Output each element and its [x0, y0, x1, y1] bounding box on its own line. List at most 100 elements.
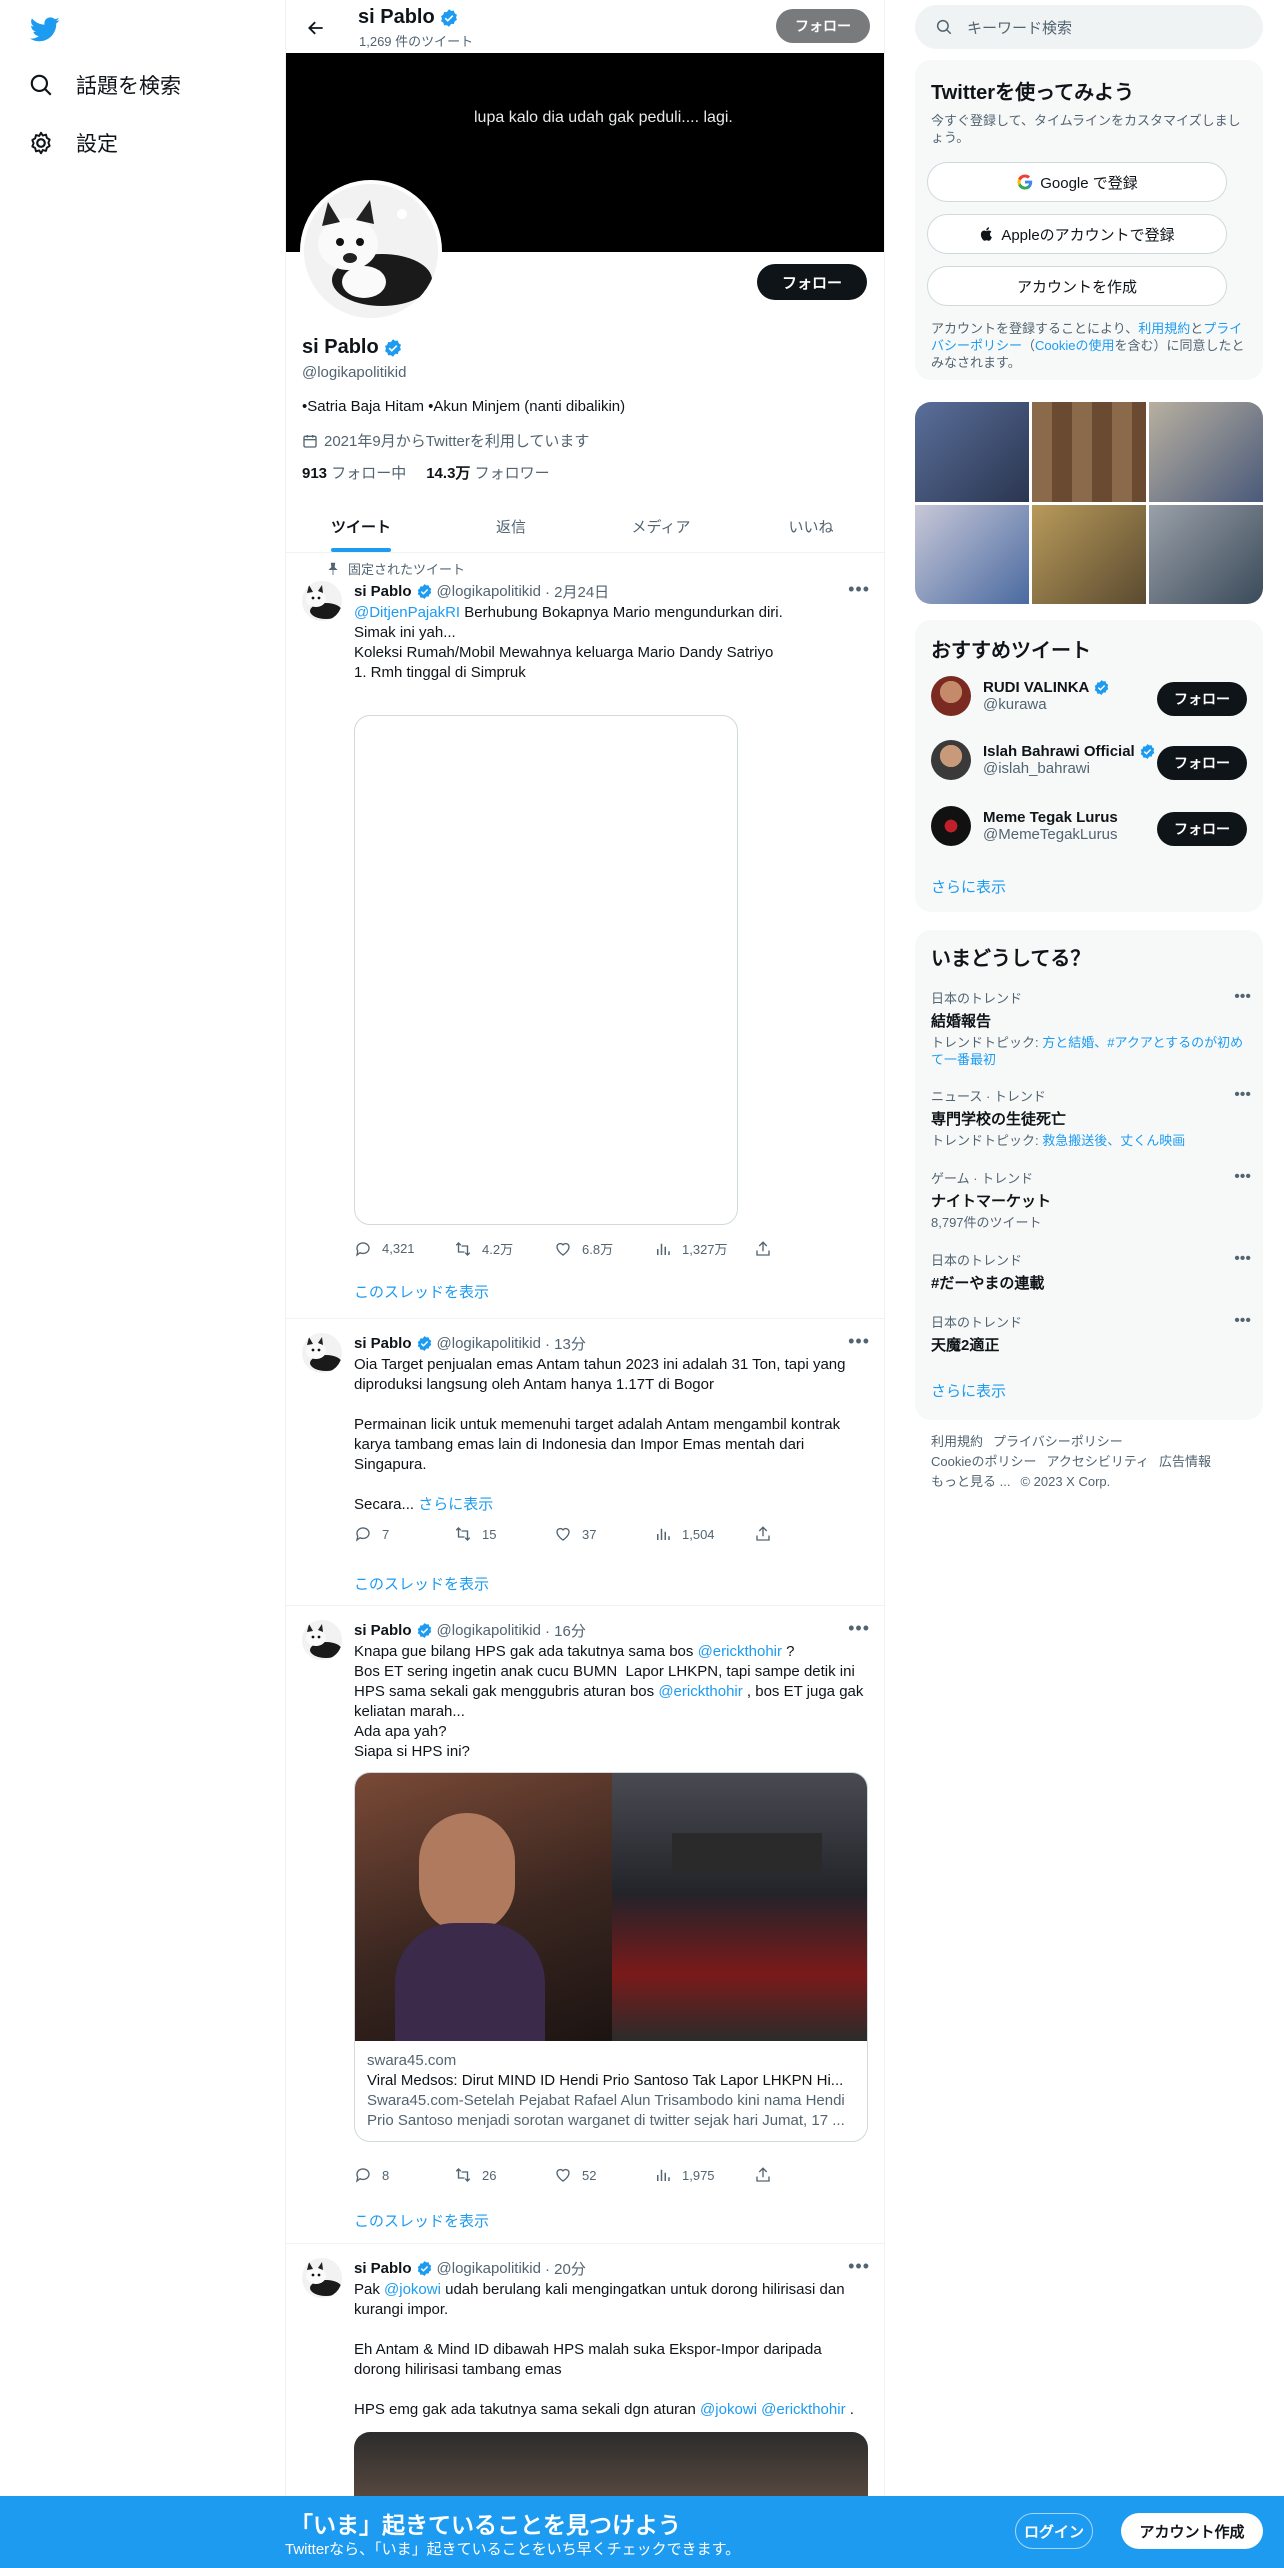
apple-signup-button[interactable]: Appleのアカウントで登録 — [927, 214, 1227, 254]
more-options-icon[interactable]: ••• — [1234, 988, 1251, 1006]
tweet-author-name[interactable]: si Pablo — [354, 2260, 412, 2277]
nav-settings[interactable]: 設定 — [28, 128, 118, 158]
reply-button[interactable]: 8 — [354, 2166, 454, 2184]
share-button[interactable] — [754, 1239, 784, 1258]
media-thumb[interactable] — [1032, 504, 1146, 604]
twitter-logo-icon[interactable] — [28, 14, 62, 44]
footer-link[interactable]: プライバシーポリシー — [993, 1434, 1123, 1449]
mention-link[interactable]: @DitjenPajakRI — [354, 604, 460, 621]
tweet-avatar[interactable] — [302, 1333, 342, 1373]
tweet-time[interactable]: · 2月24日 — [545, 581, 609, 602]
follow-button[interactable]: フォロー — [1157, 682, 1247, 716]
header-follow-button[interactable]: フォロー — [776, 9, 870, 43]
footer-link[interactable]: もっと見る ... — [931, 1474, 1010, 1489]
footer-link[interactable]: 広告情報 — [1159, 1454, 1211, 1469]
tweet[interactable]: si Pablo @logikapolitikid · 16分 ••• Knap… — [286, 1606, 884, 2244]
share-button[interactable] — [754, 1525, 784, 1543]
tweet[interactable]: 固定されたツイート si Pablo @logikapolitikid · 2月… — [286, 553, 884, 1319]
followers-link[interactable]: 14.3万 フォロワー — [426, 462, 549, 483]
create-account-button[interactable]: アカウントを作成 — [927, 266, 1227, 306]
link-card[interactable]: swara45.com Viral Medsos: Dirut MIND ID … — [354, 1772, 868, 2142]
tweet-author-handle[interactable]: @logikapolitikid — [437, 1622, 541, 1639]
tweet-media[interactable] — [354, 715, 738, 1225]
tweet-avatar[interactable] — [302, 581, 342, 621]
reply-button[interactable]: 7 — [354, 1525, 454, 1543]
footer-link[interactable]: アクセシビリティ — [1046, 1454, 1149, 1469]
tweet-author-name[interactable]: si Pablo — [354, 583, 412, 600]
reply-button[interactable]: 4,321 — [354, 1239, 454, 1258]
retweet-button[interactable]: 26 — [454, 2166, 554, 2184]
more-options-icon[interactable]: ••• — [1234, 1086, 1251, 1104]
tab-likes[interactable]: いいね — [736, 500, 884, 552]
tab-replies[interactable]: 返信 — [436, 500, 586, 552]
retweet-button[interactable]: 4.2万 — [454, 1239, 554, 1258]
tweet-time[interactable]: · 13分 — [545, 1333, 586, 1354]
tweet-author-name[interactable]: si Pablo — [354, 1335, 412, 1352]
nav-explore[interactable]: 話題を検索 — [28, 70, 181, 100]
back-button[interactable] — [298, 10, 334, 46]
more-options-icon[interactable]: ••• — [1234, 1168, 1251, 1186]
media-thumb[interactable] — [1149, 504, 1263, 604]
trend-topics-link[interactable]: 救急搬送後、丈くん映画 — [1042, 1133, 1185, 1148]
who-to-follow-show-more[interactable]: さらに表示 — [931, 876, 1006, 897]
avatar[interactable] — [931, 806, 971, 846]
show-thread-link[interactable]: このスレッドを表示 — [354, 2210, 489, 2231]
avatar[interactable] — [931, 740, 971, 780]
trends-show-more[interactable]: さらに表示 — [931, 1380, 1006, 1401]
search-bar[interactable]: キーワード検索 — [915, 5, 1263, 49]
search-input[interactable]: キーワード検索 — [967, 17, 1072, 38]
more-options-icon[interactable]: ••• — [1234, 1250, 1251, 1268]
mention-link[interactable]: @jokowi — [384, 2281, 441, 2298]
tweet-author-handle[interactable]: @logikapolitikid — [437, 583, 541, 600]
tweet-time[interactable]: · 16分 — [545, 1620, 586, 1641]
tab-tweets[interactable]: ツイート — [286, 500, 436, 552]
suggested-account[interactable]: Islah Bahrawi Official @islah_bahrawi — [931, 740, 1156, 780]
profile-avatar[interactable] — [300, 180, 442, 322]
trend-item[interactable]: 日本のトレンド 天魔2適正 ••• — [931, 1312, 1251, 1355]
trend-item[interactable]: ゲーム · トレンド ナイトマーケット 8,797件のツイート ••• — [931, 1168, 1251, 1231]
follow-button[interactable]: フォロー — [1157, 812, 1247, 846]
share-button[interactable] — [754, 2166, 784, 2184]
login-button[interactable]: ログイン — [1015, 2513, 1093, 2549]
more-options-icon[interactable]: ••• — [848, 2256, 870, 2277]
google-signup-button[interactable]: Google で登録 — [927, 162, 1227, 202]
show-thread-link[interactable]: このスレッドを表示 — [354, 1281, 489, 1302]
retweet-button[interactable]: 15 — [454, 1525, 554, 1543]
trend-item[interactable]: 日本のトレンド #だーやまの連載 ••• — [931, 1250, 1251, 1293]
more-options-icon[interactable]: ••• — [1234, 1312, 1251, 1330]
avatar[interactable] — [931, 676, 971, 716]
terms-link[interactable]: 利用規約 — [1138, 321, 1190, 336]
tweet-author-handle[interactable]: @logikapolitikid — [437, 2260, 541, 2277]
following-link[interactable]: 913 フォロー中 — [302, 462, 406, 483]
tweet-time[interactable]: · 20分 — [545, 2258, 586, 2279]
media-thumb[interactable] — [915, 504, 1029, 604]
tweet[interactable]: si Pablo @logikapolitikid · 13分 ••• Oia … — [286, 1319, 884, 1606]
mention-link[interactable]: @erickthohir — [658, 1683, 742, 1700]
show-more-link[interactable]: さらに表示 — [418, 1496, 493, 1513]
cookie-link[interactable]: Cookieの使用 — [1035, 338, 1114, 353]
tweet-author-name[interactable]: si Pablo — [354, 1622, 412, 1639]
mention-link[interactable]: @jokowi — [700, 2401, 757, 2418]
media-thumb[interactable] — [915, 402, 1029, 502]
media-grid[interactable] — [915, 402, 1263, 604]
like-button[interactable]: 6.8万 — [554, 1239, 654, 1258]
show-thread-link[interactable]: このスレッドを表示 — [354, 1573, 489, 1594]
trend-item[interactable]: 日本のトレンド 結婚報告 トレンドトピック: 方と結婚、#アクアとするのが初めて… — [931, 988, 1251, 1068]
tweet-author-handle[interactable]: @logikapolitikid — [437, 1335, 541, 1352]
suggested-account[interactable]: Meme Tegak Lurus @MemeTegakLurus — [931, 806, 1118, 846]
suggested-account[interactable]: RUDI VALINKA @kurawa — [931, 676, 1110, 716]
signup-button[interactable]: アカウント作成 — [1121, 2513, 1263, 2549]
trend-item[interactable]: ニュース · トレンド 専門学校の生徒死亡 トレンドトピック: 救急搬送後、丈く… — [931, 1086, 1251, 1149]
mention-link[interactable]: @erickthohir — [761, 2401, 845, 2418]
footer-link[interactable]: 利用規約 — [931, 1434, 983, 1449]
profile-follow-button[interactable]: フォロー — [757, 264, 867, 300]
media-thumb[interactable] — [1149, 402, 1263, 502]
views-button[interactable]: 1,975 — [654, 2166, 754, 2184]
like-button[interactable]: 52 — [554, 2166, 654, 2184]
mention-link[interactable]: @erickthohir — [698, 1643, 782, 1660]
views-button[interactable]: 1,504 — [654, 1525, 754, 1543]
more-options-icon[interactable]: ••• — [848, 1331, 870, 1352]
more-options-icon[interactable]: ••• — [848, 1618, 870, 1639]
tweet-avatar[interactable] — [302, 2258, 342, 2298]
tab-media[interactable]: メディア — [586, 500, 736, 552]
